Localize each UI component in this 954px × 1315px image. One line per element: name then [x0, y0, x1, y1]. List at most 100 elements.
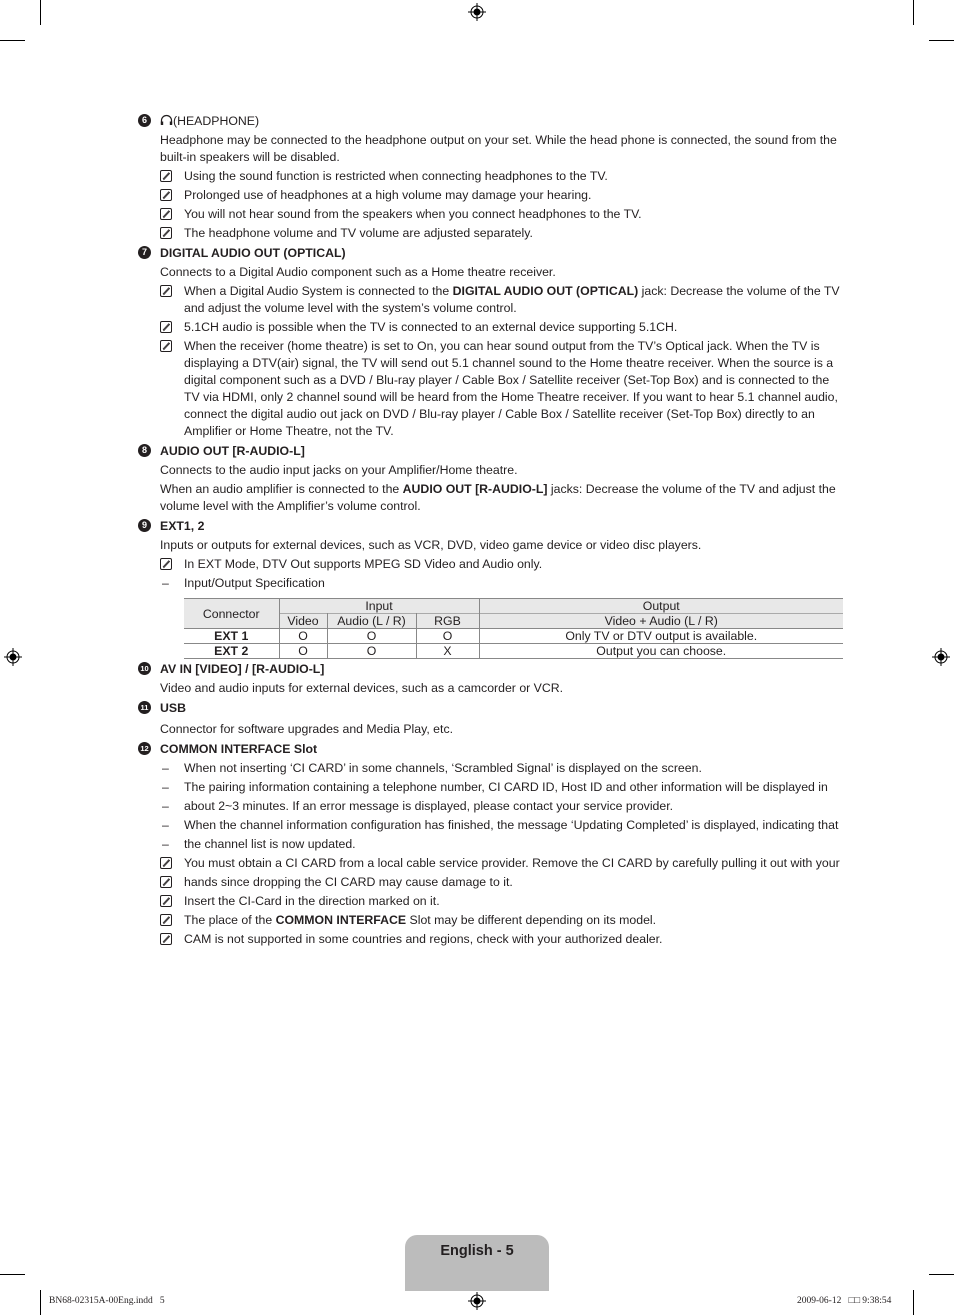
note-icon	[160, 227, 172, 239]
note-item: You must obtain a CI CARD from a local c…	[138, 855, 843, 872]
dash-bullet: –	[162, 761, 169, 775]
section-heading: 12 COMMON INTERFACE Slot	[138, 741, 843, 758]
section-number: 12	[138, 742, 151, 755]
section-description: Connects to a Digital Audio component su…	[160, 265, 556, 279]
note-item: 5.1CH audio is possible when the TV is c…	[138, 319, 843, 336]
page-number-tab: English - 5	[405, 1235, 549, 1291]
crop-mark	[913, 1290, 914, 1315]
dash-bullet: –	[162, 818, 169, 832]
note-item: The headphone volume and TV volume are a…	[138, 225, 843, 242]
page-label: English - 5	[440, 1243, 514, 1259]
section-description: Video and audio inputs for external devi…	[160, 681, 564, 695]
note-icon	[160, 933, 172, 945]
note-item: Insert the CI-Card in the direction mark…	[138, 893, 843, 910]
section-title: AV IN [VIDEO] / [R-AUDIO-L]	[160, 662, 325, 676]
dash-bullet: –	[162, 780, 169, 794]
dash-bullet: –	[162, 576, 169, 590]
registration-mark-icon	[4, 648, 22, 666]
table-row: EXT 1 O O O Only TV or DTV output is ava…	[184, 628, 843, 644]
table-header-cell: Input	[279, 598, 480, 614]
section-title: (HEADPHONE)	[173, 114, 260, 128]
crop-mark	[40, 1290, 41, 1315]
section-heading: 6 (HEADPHONE)	[138, 113, 843, 130]
crop-mark	[0, 40, 25, 41]
table-cell: O	[279, 643, 328, 659]
note-icon	[160, 558, 172, 570]
section-description: Headphone may be connected to the headph…	[160, 133, 837, 164]
registration-mark-icon	[468, 3, 486, 21]
note-icon	[160, 876, 172, 888]
section-paragraph: When an audio amplifier is connected to …	[160, 482, 836, 513]
page-content: 6 (HEADPHONE) Headphone may be connected…	[138, 110, 843, 948]
section-heading: 9 EXT1, 2	[138, 518, 843, 535]
note-icon	[160, 170, 172, 182]
io-spec-table: Connector Input Output Video Audio (L / …	[184, 598, 843, 659]
table-cell: Output you can choose.	[479, 643, 843, 659]
table-cell: O	[327, 643, 417, 659]
dash-item: – the channel list is now updated.	[162, 837, 356, 851]
note-item: When the receiver (home theatre) is set …	[138, 338, 843, 440]
dash-item: – When not inserting ‘CI CARD’ in some ch…	[162, 761, 702, 775]
crop-mark	[913, 0, 914, 25]
section-heading: 7 DIGITAL AUDIO OUT (OPTICAL)	[138, 245, 843, 262]
note-item: In EXT Mode, DTV Out supports MPEG SD Vi…	[138, 556, 843, 573]
slug-filename: BN68-02315A-00Eng.indd 5	[49, 1296, 165, 1306]
note-icon	[160, 340, 172, 352]
section-description: Inputs or outputs for external devices, …	[160, 538, 702, 552]
slug-timestamp: 2009-06-12 □□ 9:38:54	[797, 1296, 892, 1306]
section-number: 11	[138, 701, 151, 714]
crop-mark	[929, 1274, 954, 1275]
table-header-cell: Output	[479, 598, 843, 614]
section-number: 8	[138, 444, 151, 457]
registration-mark-icon	[932, 648, 950, 666]
table-cell: O	[279, 628, 328, 644]
section-title: USB	[160, 701, 186, 715]
table-header-cell: RGB	[416, 613, 480, 629]
note-item: The place of the COMMON INTERFACE Slot m…	[138, 912, 843, 929]
section-number: 6	[138, 114, 151, 127]
section-number: 10	[138, 662, 151, 675]
note-item: Prolonged use of headphones at a high vo…	[138, 187, 843, 204]
table-header-cell: Video + Audio (L / R)	[479, 613, 843, 629]
section-number: 7	[138, 246, 151, 259]
section-description: Connects to the audio input jacks on you…	[160, 463, 518, 477]
dash-bullet: –	[162, 837, 169, 851]
section-title: DIGITAL AUDIO OUT (OPTICAL)	[160, 246, 346, 260]
table-cell: EXT 2	[184, 643, 280, 659]
table-row: EXT 2 O O X Output you can choose.	[184, 643, 843, 659]
table-header-cell: Video	[279, 613, 328, 629]
section-heading: 10 AV IN [VIDEO] / [R-AUDIO-L]	[138, 661, 843, 678]
section-title: AUDIO OUT [R-AUDIO-L]	[160, 444, 305, 458]
section-heading: 8 AUDIO OUT [R-AUDIO-L]	[138, 443, 843, 460]
crop-mark	[40, 0, 41, 25]
note-icon	[160, 895, 172, 907]
note-item: hands since dropping the CI CARD may cau…	[138, 874, 843, 891]
table-cell: X	[416, 643, 480, 659]
crop-mark	[929, 40, 954, 41]
note-icon	[160, 321, 172, 333]
table-header-cell: Audio (L / R)	[327, 613, 417, 629]
note-icon	[160, 914, 172, 926]
section-title: COMMON INTERFACE Slot	[160, 742, 318, 756]
dash-item: – Input/Output Specification	[162, 576, 325, 590]
table-subheader-row: Video Audio (L / R) RGB Video + Audio (L…	[184, 613, 843, 629]
note-icon	[160, 285, 172, 297]
table-header-row: Connector Input Output	[184, 598, 843, 629]
registration-mark-icon	[468, 1292, 486, 1310]
headphone-icon	[160, 114, 173, 125]
dash-bullet: –	[162, 799, 169, 813]
note-icon	[160, 208, 172, 220]
section-heading: 11 USB	[138, 700, 843, 717]
note-icon	[160, 189, 172, 201]
crop-mark	[0, 1274, 25, 1275]
note-icon	[160, 857, 172, 869]
dash-item: – The pairing information containing a te…	[162, 780, 828, 794]
dash-item: – When the channel information configurat…	[162, 818, 839, 832]
table-cell: Only TV or DTV output is available.	[479, 628, 843, 644]
note-item: Using the sound function is restricted w…	[138, 168, 843, 185]
section-description: Connector for software upgrades and Medi…	[160, 722, 454, 736]
table-cell: O	[416, 628, 480, 644]
section-number: 9	[138, 519, 151, 532]
table-cell: O	[327, 628, 417, 644]
note-item: You will not hear sound from the speaker…	[138, 206, 843, 223]
